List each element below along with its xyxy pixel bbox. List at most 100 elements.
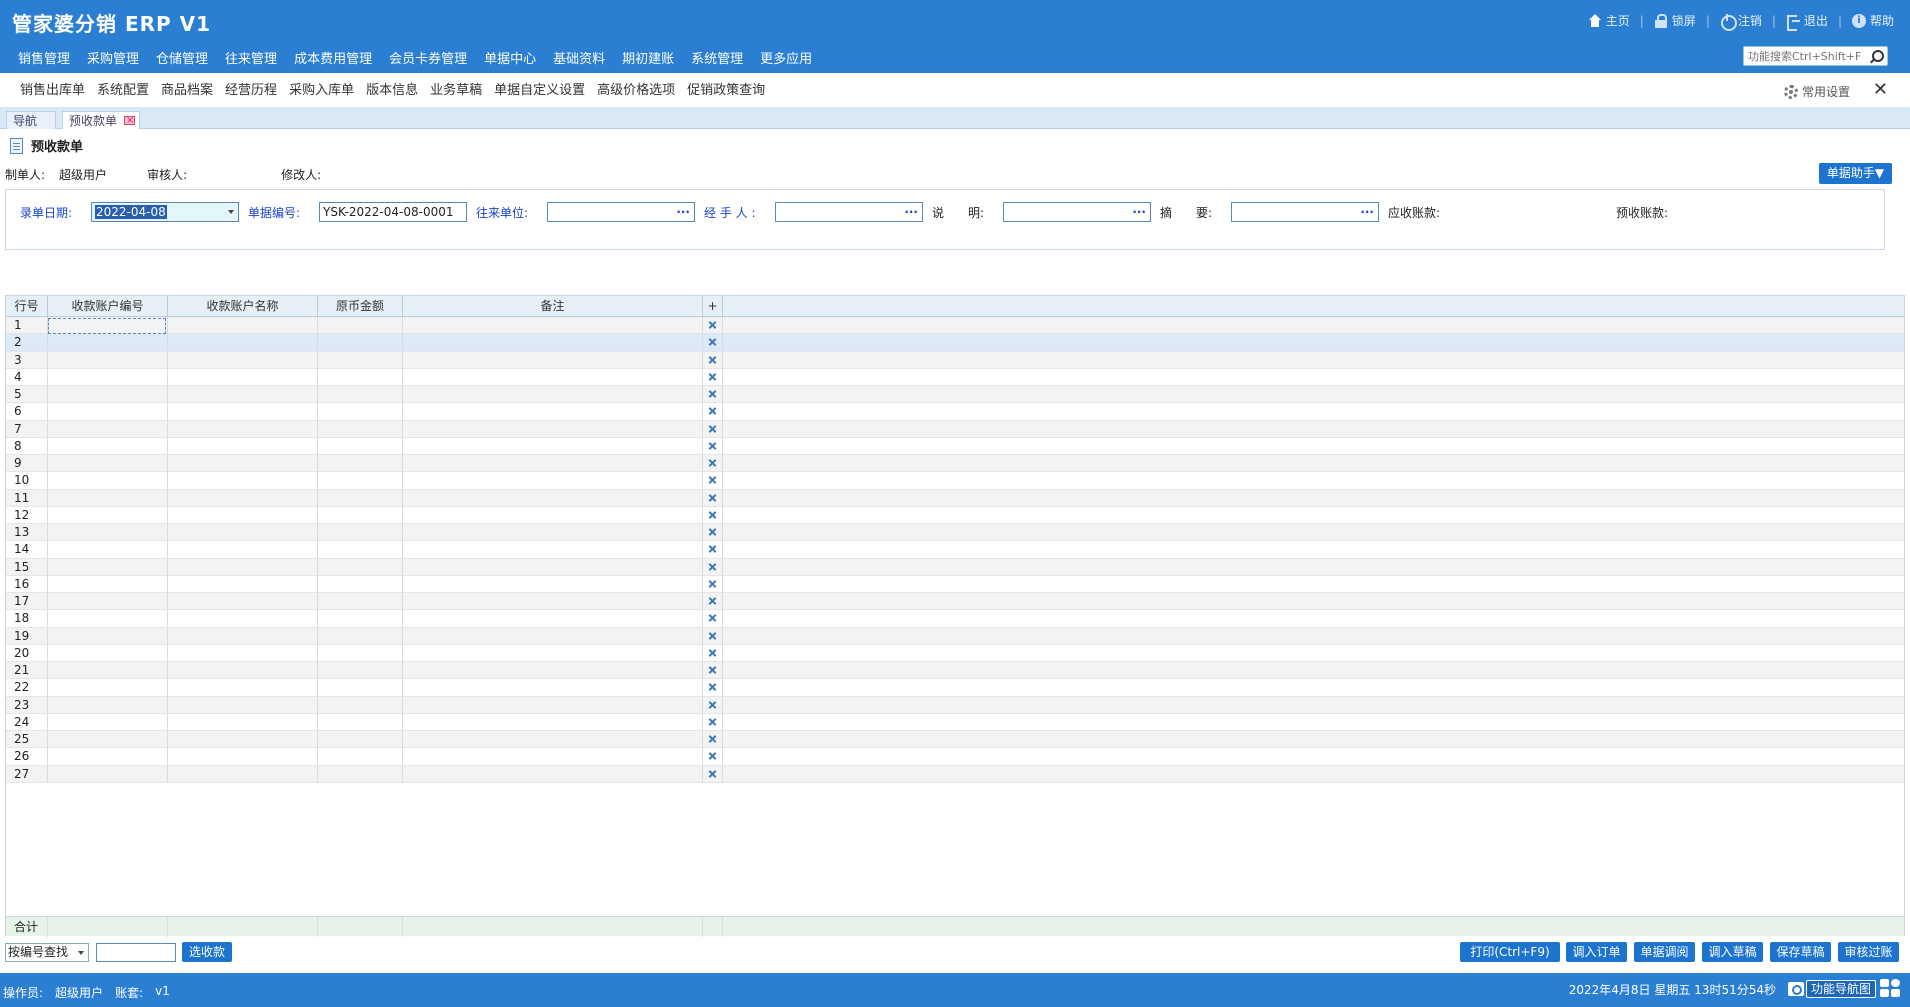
table-cell[interactable]: [318, 575, 403, 593]
document-assistant-button[interactable]: 单据助手▼: [1819, 163, 1892, 184]
delete-row-cell[interactable]: [703, 317, 723, 334]
table-row[interactable]: 3: [6, 351, 1904, 369]
quick-link-purchase-in[interactable]: 采购入库单: [289, 79, 354, 98]
tab-prepayment[interactable]: 预收款单: [62, 111, 140, 130]
table-row[interactable]: 16: [6, 575, 1904, 593]
table-cell[interactable]: [48, 558, 168, 576]
table-row[interactable]: 7: [6, 420, 1904, 438]
import-order-button[interactable]: 调入订单: [1566, 942, 1627, 962]
delete-row-icon[interactable]: [708, 528, 717, 537]
delete-row-cell[interactable]: [703, 489, 723, 507]
delete-row-icon[interactable]: [708, 356, 717, 365]
table-cell[interactable]: [168, 386, 318, 403]
table-cell[interactable]: [403, 696, 703, 714]
quick-link-history[interactable]: 经营历程: [225, 79, 277, 98]
review-post-button[interactable]: 审核过账: [1838, 942, 1899, 962]
table-cell[interactable]: [403, 420, 703, 438]
delete-row-cell[interactable]: [703, 455, 723, 472]
table-cell[interactable]: [403, 506, 703, 524]
table-cell[interactable]: [403, 748, 703, 766]
table-cell[interactable]: [318, 748, 403, 766]
quick-link-system-config[interactable]: 系统配置: [97, 79, 149, 98]
table-row[interactable]: 10: [6, 472, 1904, 490]
home-link[interactable]: 主页: [1588, 12, 1630, 29]
delete-row-cell[interactable]: [703, 541, 723, 559]
handler-field[interactable]: ···: [775, 202, 923, 222]
table-cell[interactable]: [318, 472, 403, 490]
description-picker-icon[interactable]: ···: [1132, 203, 1146, 221]
table-cell[interactable]: [168, 575, 318, 593]
table-row[interactable]: 14: [6, 541, 1904, 559]
function-search-input[interactable]: [1748, 49, 1866, 63]
table-cell[interactable]: [318, 541, 403, 559]
table-cell[interactable]: [318, 334, 403, 352]
delete-row-icon[interactable]: [708, 476, 717, 485]
table-row[interactable]: 6: [6, 403, 1904, 421]
table-cell[interactable]: [48, 386, 168, 403]
common-settings-button[interactable]: 常用设置: [1783, 83, 1850, 100]
description-field[interactable]: ···: [1003, 202, 1151, 222]
col-remark[interactable]: 备注: [403, 296, 703, 317]
table-cell[interactable]: [48, 610, 168, 628]
delete-row-cell[interactable]: [703, 558, 723, 576]
select-receipt-button[interactable]: 选收款: [182, 942, 232, 962]
delete-row-cell[interactable]: [703, 731, 723, 748]
delete-row-cell[interactable]: [703, 593, 723, 610]
delete-row-cell[interactable]: [703, 575, 723, 593]
table-cell[interactable]: [318, 368, 403, 386]
table-cell[interactable]: [48, 748, 168, 766]
table-cell[interactable]: [168, 403, 318, 421]
table-cell[interactable]: [48, 472, 168, 490]
table-cell[interactable]: [168, 558, 318, 576]
delete-row-cell[interactable]: [703, 472, 723, 490]
quick-link-products[interactable]: 商品档案: [161, 79, 213, 98]
search-type-select[interactable]: 按编号查找: [5, 943, 89, 962]
table-cell[interactable]: [318, 662, 403, 679]
delete-row-icon[interactable]: [708, 321, 717, 330]
table-row[interactable]: 4: [6, 368, 1904, 386]
table-cell[interactable]: [403, 558, 703, 576]
delete-row-icon[interactable]: [708, 770, 717, 779]
menu-opening[interactable]: 期初建账: [622, 48, 674, 67]
search-icon[interactable]: [1869, 50, 1884, 64]
delete-row-icon[interactable]: [708, 632, 717, 641]
table-cell[interactable]: [168, 748, 318, 766]
menu-cost[interactable]: 成本费用管理: [294, 48, 372, 67]
delete-row-icon[interactable]: [708, 407, 717, 416]
table-cell[interactable]: [403, 644, 703, 662]
table-cell[interactable]: [403, 731, 703, 748]
tab-close-icon[interactable]: [124, 112, 135, 130]
doc-no-field[interactable]: YSK-2022-04-08-0001: [319, 202, 467, 222]
table-row[interactable]: 19: [6, 627, 1904, 645]
table-cell[interactable]: [403, 403, 703, 421]
save-draft-button[interactable]: 保存草稿: [1770, 942, 1831, 962]
table-cell[interactable]: [48, 403, 168, 421]
table-cell[interactable]: [403, 317, 703, 334]
table-row[interactable]: 1: [6, 317, 1904, 335]
table-cell[interactable]: [318, 731, 403, 748]
table-cell[interactable]: [168, 610, 318, 628]
table-cell[interactable]: [168, 437, 318, 455]
table-cell[interactable]: [48, 593, 168, 610]
delete-row-icon[interactable]: [708, 614, 717, 623]
table-row[interactable]: 15: [6, 558, 1904, 576]
table-cell[interactable]: [168, 351, 318, 369]
table-cell[interactable]: [318, 610, 403, 628]
table-cell[interactable]: [48, 765, 168, 783]
table-cell[interactable]: [318, 644, 403, 662]
menu-basic-data[interactable]: 基础资料: [553, 48, 605, 67]
table-cell[interactable]: [48, 368, 168, 386]
quick-link-doc-custom[interactable]: 单据自定义设置: [494, 79, 585, 98]
tab-navigation[interactable]: 导航: [6, 111, 56, 129]
table-cell[interactable]: [48, 489, 168, 507]
table-cell[interactable]: [318, 317, 403, 334]
table-cell[interactable]: [403, 368, 703, 386]
table-cell[interactable]: [168, 644, 318, 662]
table-cell[interactable]: [48, 627, 168, 645]
table-cell[interactable]: [48, 455, 168, 472]
delete-row-cell[interactable]: [703, 696, 723, 714]
partner-picker-icon[interactable]: ···: [676, 203, 690, 221]
table-cell[interactable]: [168, 317, 318, 334]
nav-map-button[interactable]: 功能导航图: [1805, 980, 1876, 998]
col-account-code[interactable]: 收款账户编号: [48, 296, 168, 317]
